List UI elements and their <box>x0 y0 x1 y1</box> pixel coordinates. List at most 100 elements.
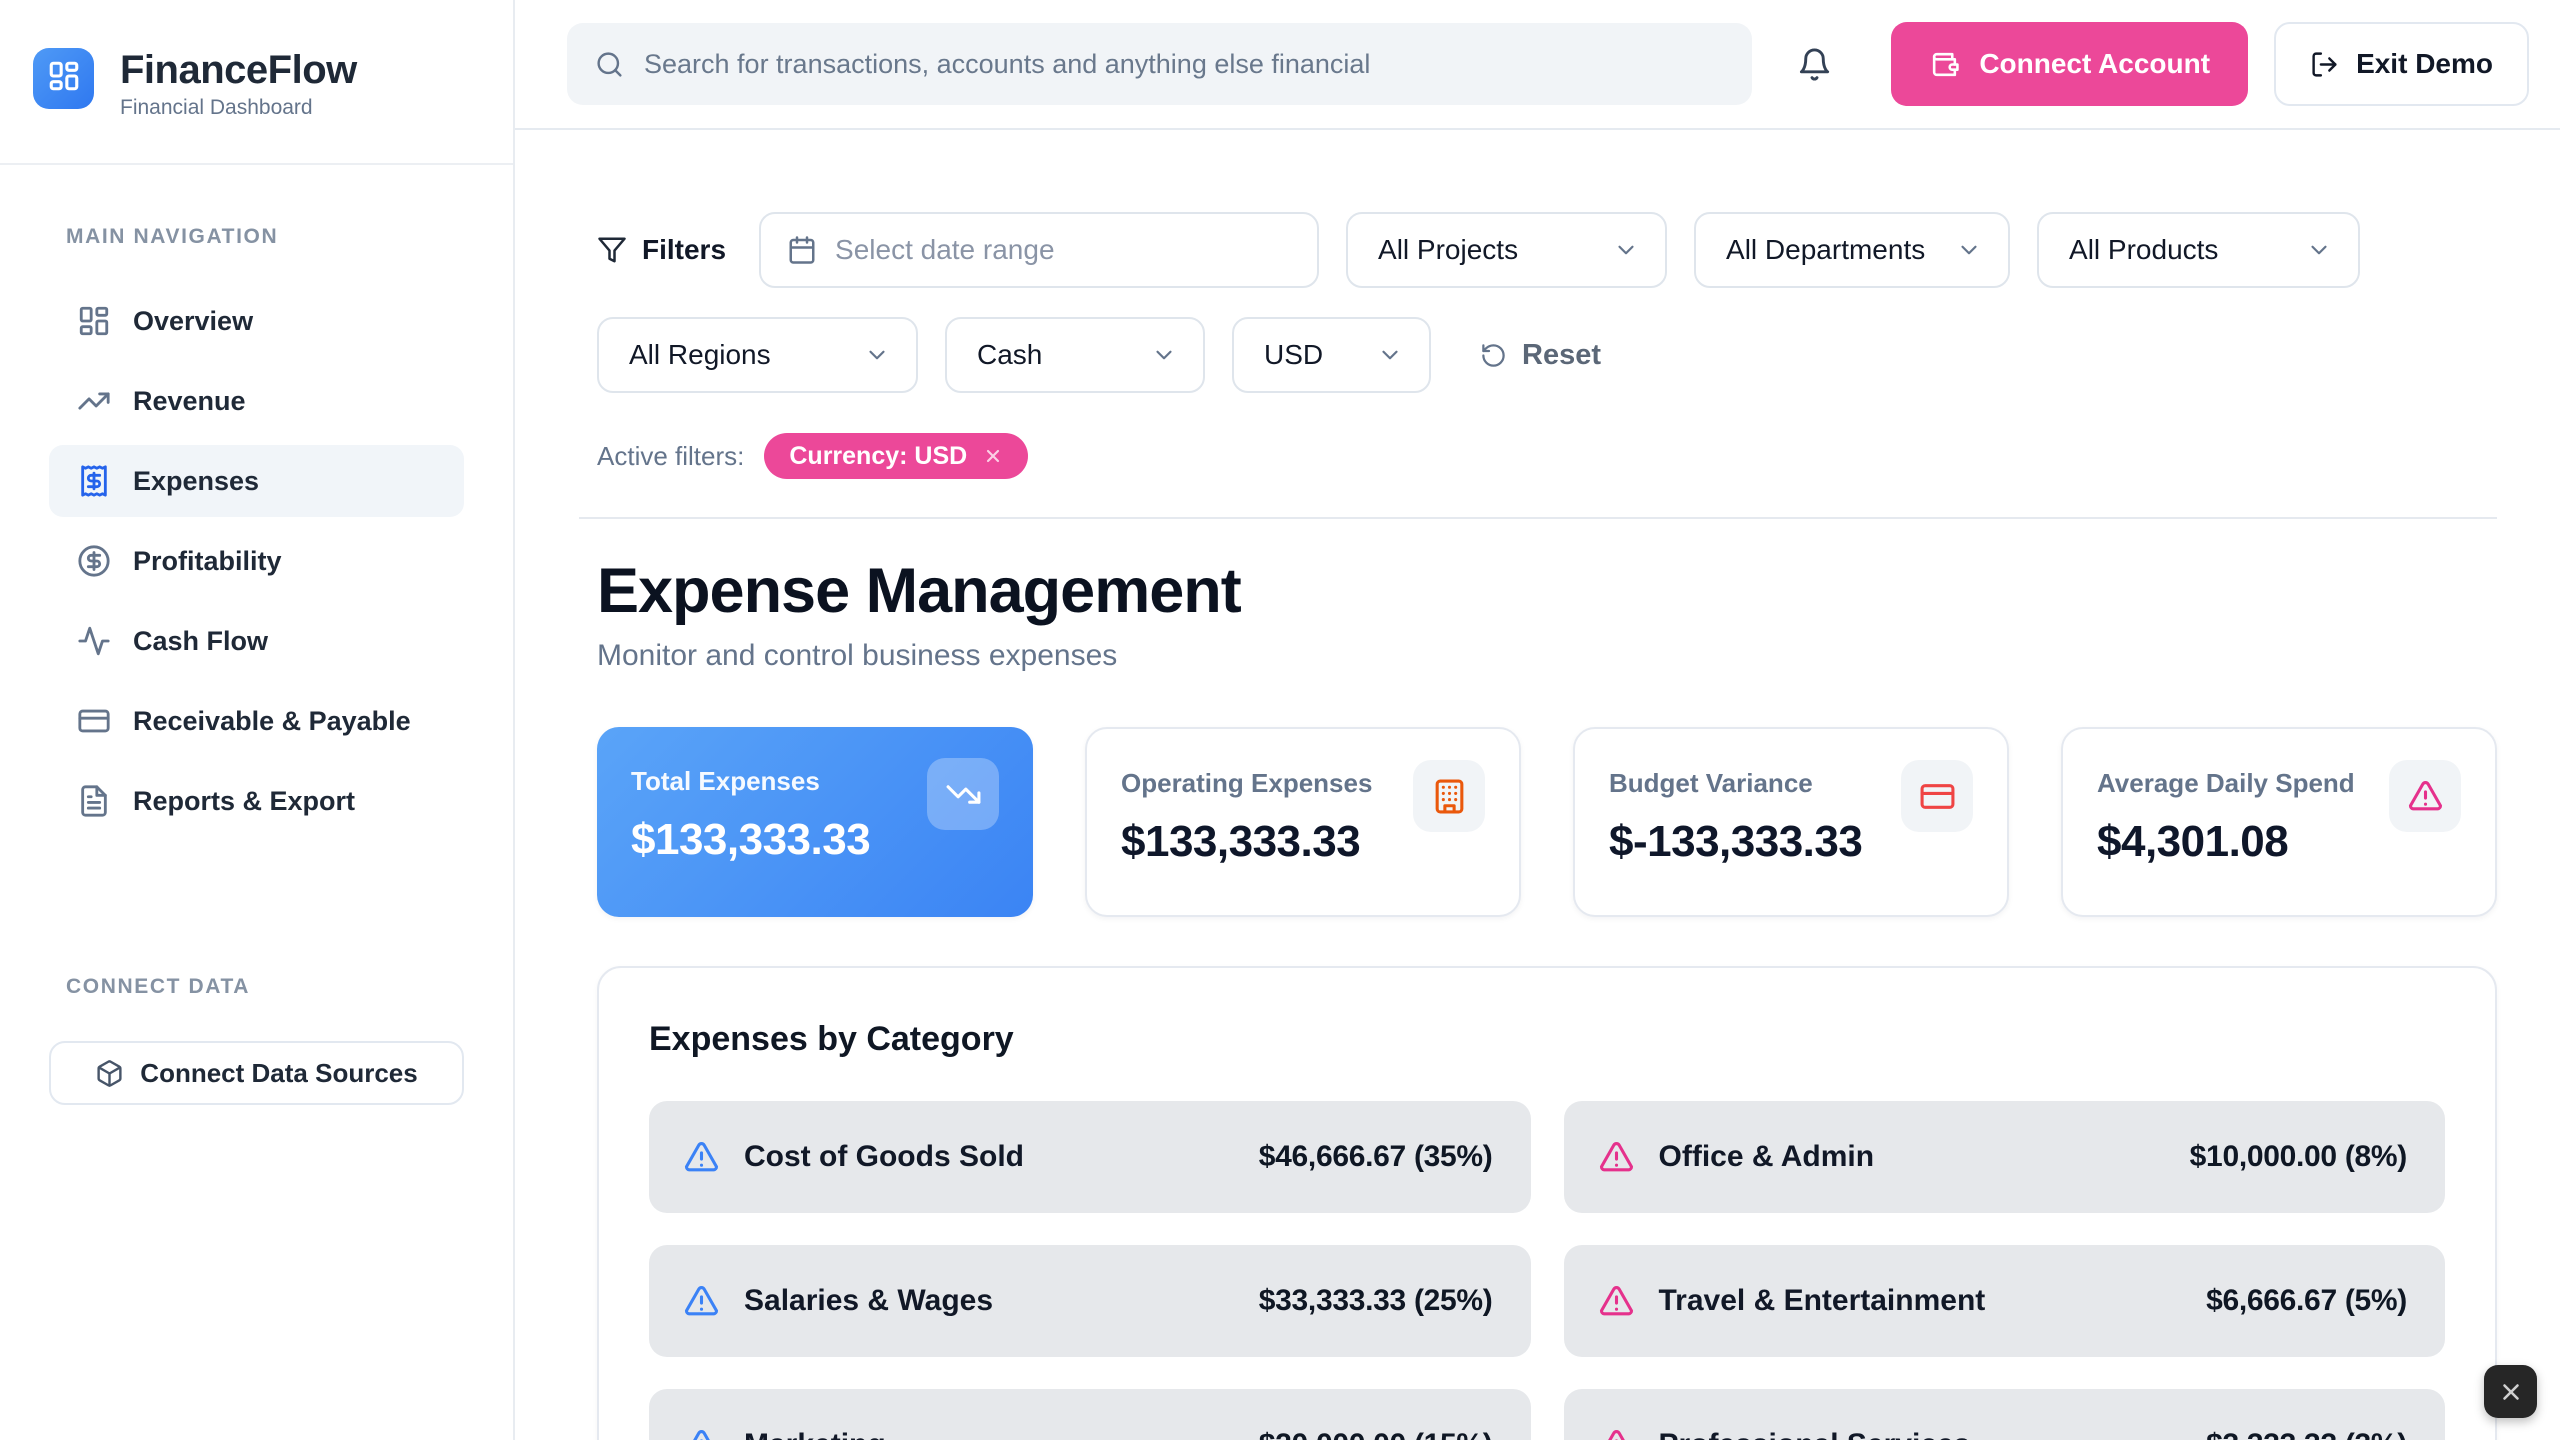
connect-data-sources-button[interactable]: Connect Data Sources <box>49 1041 464 1105</box>
connect-section-heading: CONNECT DATA <box>66 975 464 999</box>
products-select[interactable]: All Products <box>2037 212 2360 288</box>
category-name: Travel & Entertainment <box>1659 1284 1986 1318</box>
search-input[interactable] <box>644 49 1724 80</box>
chevron-down-icon <box>1593 237 1639 263</box>
connect-account-button[interactable]: Connect Account <box>1891 22 2248 106</box>
file-text-icon <box>77 784 111 818</box>
circle-dollar-icon <box>77 544 111 578</box>
brand-tagline: Financial Dashboard <box>120 96 357 120</box>
stat-card-operating-expenses[interactable]: Operating Expenses $133,333.33 <box>1085 727 1521 917</box>
reset-filters-button[interactable]: Reset <box>1480 339 1601 372</box>
trending-up-icon <box>77 384 111 418</box>
filter-funnel-icon <box>597 235 627 265</box>
active-filter-chip-currency[interactable]: Currency: USD <box>764 433 1028 479</box>
category-row-salaries-wages[interactable]: Salaries & Wages $33,333.33 (25%) <box>649 1245 1531 1357</box>
notifications-button[interactable] <box>1790 40 1838 88</box>
sidebar-item-cash-flow[interactable]: Cash Flow <box>49 605 464 677</box>
stat-card-average-daily-spend[interactable]: Average Daily Spend $4,301.08 <box>2061 727 2497 917</box>
date-range-input[interactable]: Select date range <box>759 212 1319 288</box>
regions-select[interactable]: All Regions <box>597 317 918 393</box>
stat-label: Budget Variance <box>1609 768 1862 799</box>
connect-data-sources-label: Connect Data Sources <box>140 1058 417 1089</box>
search-icon <box>595 50 624 79</box>
currency-select[interactable]: USD <box>1232 317 1431 393</box>
stat-label: Total Expenses <box>631 766 870 797</box>
sidebar-item-label: Overview <box>133 306 253 337</box>
date-range-placeholder: Select date range <box>835 234 1055 266</box>
filters-label-text: Filters <box>642 234 726 266</box>
category-row-travel-entertainment[interactable]: Travel & Entertainment $6,666.67 (5%) <box>1564 1245 2446 1357</box>
brand-name: FinanceFlow <box>120 48 357 92</box>
sidebar-item-revenue[interactable]: Revenue <box>49 365 464 437</box>
receipt-icon <box>77 464 111 498</box>
brand-text: FinanceFlow Financial Dashboard <box>120 48 357 120</box>
accounting-basis-select[interactable]: Cash <box>945 317 1205 393</box>
main-column: Connect Account Exit Demo Filters Select… <box>515 0 2560 1440</box>
alert-triangle-icon <box>1598 1139 1635 1176</box>
sidebar-item-label: Cash Flow <box>133 626 268 657</box>
chevron-down-icon <box>1936 237 1982 263</box>
close-overlay-button[interactable] <box>2484 1365 2537 1418</box>
calendar-icon <box>787 235 817 265</box>
stat-value: $4,301.08 <box>2097 817 2355 867</box>
active-filters-row: Active filters: Currency: USD <box>597 433 2497 479</box>
sidebar-item-reports-export[interactable]: Reports & Export <box>49 765 464 837</box>
filters-row-2: All Regions Cash USD Reset <box>597 317 2497 393</box>
departments-select-value: All Departments <box>1726 234 1925 266</box>
remove-filter-icon[interactable] <box>983 446 1003 466</box>
log-out-icon <box>2310 50 2339 79</box>
topbar-actions: Connect Account Exit Demo <box>1891 22 2529 106</box>
reset-label: Reset <box>1522 339 1601 372</box>
category-value: $6,666.67 (5%) <box>2206 1284 2407 1318</box>
category-row-marketing[interactable]: Marketing $20,000.00 (15%) <box>649 1389 1531 1440</box>
filters-row-1: Filters Select date range All Projects A… <box>597 212 2497 288</box>
category-name: Salaries & Wages <box>744 1284 993 1318</box>
category-row-cogs[interactable]: Cost of Goods Sold $46,666.67 (35%) <box>649 1101 1531 1213</box>
package-icon <box>95 1059 124 1088</box>
sidebar-item-label: Profitability <box>133 546 282 577</box>
products-select-value: All Products <box>2069 234 2218 266</box>
sidebar-item-expenses[interactable]: Expenses <box>49 445 464 517</box>
sidebar-body: MAIN NAVIGATION Overview Revenue Expense… <box>0 165 513 1440</box>
trending-down-icon <box>927 758 999 830</box>
stat-cards-row: Total Expenses $133,333.33 Operating Exp… <box>597 727 2497 917</box>
wallet-icon <box>1929 49 1960 80</box>
sidebar-item-label: Revenue <box>133 386 246 417</box>
chip-label: Currency: USD <box>789 442 967 471</box>
stat-card-budget-variance[interactable]: Budget Variance $-133,333.33 <box>1573 727 2009 917</box>
alert-triangle-icon <box>1598 1427 1635 1440</box>
stat-card-total-expenses[interactable]: Total Expenses $133,333.33 <box>597 727 1033 917</box>
departments-select[interactable]: All Departments <box>1694 212 2010 288</box>
dashboard-icon <box>77 304 111 338</box>
nav-section-heading: MAIN NAVIGATION <box>66 225 464 249</box>
accounting-basis-value: Cash <box>977 339 1042 371</box>
alert-triangle-icon <box>683 1283 720 1320</box>
sidebar-item-profitability[interactable]: Profitability <box>49 525 464 597</box>
currency-select-value: USD <box>1264 339 1323 371</box>
stat-label: Operating Expenses <box>1121 768 1372 799</box>
section-divider <box>579 517 2497 519</box>
sidebar-item-receivable-payable[interactable]: Receivable & Payable <box>49 685 464 757</box>
bell-icon <box>1797 47 1832 82</box>
category-row-office-admin[interactable]: Office & Admin $10,000.00 (8%) <box>1564 1101 2446 1213</box>
global-search[interactable] <box>567 23 1752 105</box>
projects-select[interactable]: All Projects <box>1346 212 1667 288</box>
sidebar-item-overview[interactable]: Overview <box>49 285 464 357</box>
app-root: FinanceFlow Financial Dashboard MAIN NAV… <box>0 0 2560 1440</box>
stat-label: Average Daily Spend <box>2097 768 2355 799</box>
alert-triangle-icon <box>683 1139 720 1176</box>
sidebar-item-label: Expenses <box>133 466 259 497</box>
alert-triangle-icon <box>683 1427 720 1440</box>
alert-triangle-icon <box>2389 760 2461 832</box>
projects-select-value: All Projects <box>1378 234 1518 266</box>
panel-title: Expenses by Category <box>649 1020 2445 1059</box>
credit-card-icon <box>77 704 111 738</box>
exit-demo-button[interactable]: Exit Demo <box>2274 22 2529 106</box>
regions-select-value: All Regions <box>629 339 771 371</box>
category-row-professional-services[interactable]: Professional Services $3,333.33 (3%) <box>1564 1389 2446 1440</box>
category-name: Cost of Goods Sold <box>744 1140 1024 1174</box>
category-name: Professional Services <box>1659 1428 1971 1440</box>
connect-account-label: Connect Account <box>1979 48 2210 80</box>
brand-header: FinanceFlow Financial Dashboard <box>0 0 513 165</box>
stat-value: $133,333.33 <box>631 815 870 865</box>
